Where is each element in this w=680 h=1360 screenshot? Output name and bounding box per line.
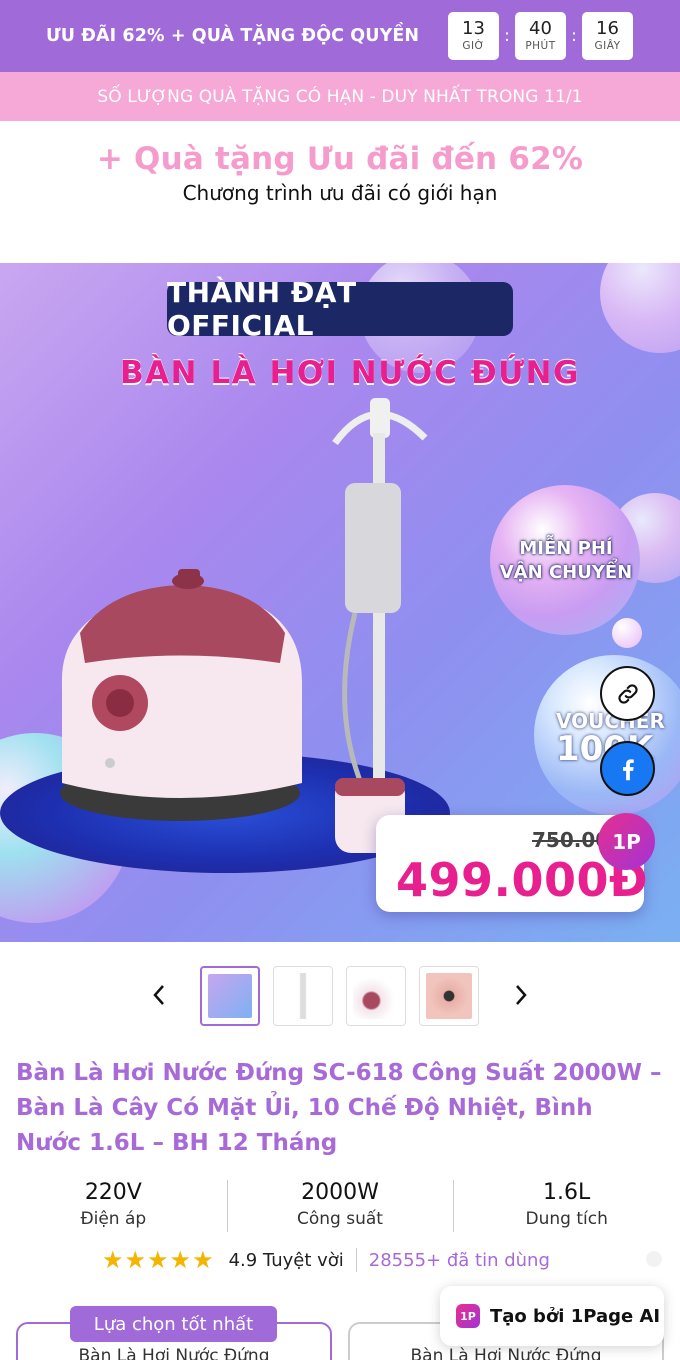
star-rating-icon: ★★★★★ [102,1246,215,1274]
product-title: Bàn Là Hơi Nước Đứng SC-618 Công Suất 20… [16,1060,662,1156]
option-name: Bàn Là Hơi Nước Đứng [410,1346,602,1360]
gallery-thumbnail[interactable] [346,966,406,1026]
gallery-next-button[interactable] [512,982,530,1015]
chevron-left-icon [153,985,164,1005]
countdown-timer: 13 GIỜ : 40 PHÚT : 16 GIÂY [448,12,633,60]
chevron-right-icon [516,985,527,1005]
spec-label: Điện áp [80,1209,147,1229]
thumbnail-image [280,973,326,1019]
thumbnail-image [426,973,472,1019]
spec-value: 220V [84,1180,142,1205]
facebook-share-button[interactable] [600,741,655,796]
1page-logo-icon: 1P [456,1304,480,1328]
timer-seconds: 16 GIÂY [582,12,633,60]
facebook-icon [622,758,634,780]
timer-seconds-value: 16 [596,18,619,39]
timer-separator: : [571,26,577,46]
thumbnail-image [208,974,252,1018]
promo-countdown-bar: ƯU ĐÃI 62% + QUÀ TẶNG ĐỘC QUYỀN 13 GIỜ :… [0,0,680,72]
image-gallery [0,966,680,1026]
hero-headline: BÀN LÀ HƠI NƯỚC ĐỨNG [120,355,580,391]
best-choice-tag: Lựa chọn tốt nhất [70,1306,277,1342]
decor-bubble [600,263,680,353]
made-by-text: Tạo bởi 1Page AI [490,1305,661,1327]
scroll-indicator [646,1251,662,1267]
free-shipping-line2: VẬN CHUYỂN [499,562,633,583]
product-rating: ★★★★★ 4.9 Tuyệt vời 28555+ đã tin dùng [102,1246,550,1274]
link-icon [617,683,638,704]
timer-minutes-label: PHÚT [525,40,556,52]
spec-voltage: 220V Điện áp [0,1178,227,1234]
product-specs: 220V Điện áp 2000W Công suất 1.6L Dung t… [0,1178,680,1234]
free-shipping-text: MIỄN PHÍ VẬN CHUYỂN [488,537,644,585]
copy-link-button[interactable] [600,666,655,721]
option-name: Bàn Là Hơi Nước Đứng [78,1346,270,1360]
timer-seconds-label: GIÂY [594,40,621,52]
timer-hours: 13 GIỜ [448,12,499,60]
spec-label: Dung tích [525,1209,608,1229]
gallery-thumbnail[interactable] [200,966,260,1026]
spec-power: 2000W Công suất [226,1178,454,1234]
brand-badge: THÀNH ĐẠT OFFICIAL [167,276,513,342]
gallery-thumbnail[interactable] [419,966,479,1026]
spec-value: 2000W [301,1180,379,1205]
promo-headline: ƯU ĐÃI 62% + QUÀ TẶNG ĐỘC QUYỀN [46,26,420,46]
timer-hours-value: 13 [462,18,485,39]
spec-value: 1.6L [543,1180,591,1205]
rating-score: 4.9 Tuyệt vời [228,1249,344,1271]
decor-bubble [612,618,642,648]
timer-hours-label: GIỜ [462,40,485,52]
app-logo-1p[interactable]: 1P [598,813,655,870]
free-shipping-line1: MIỄN PHÍ [519,538,613,559]
gallery-thumbnail[interactable] [273,966,333,1026]
timer-separator: : [504,26,510,46]
gallery-prev-button[interactable] [150,982,168,1015]
promo-section: + Quà tặng Ưu đãi đến 62% Chương trình ư… [0,121,680,263]
promo-title: + Quà tặng Ưu đãi đến 62% [96,141,584,177]
product-hero-image: THÀNH ĐẠT OFFICIAL BÀN LÀ HƠI NƯỚC ĐỨNG … [0,263,680,942]
timer-minutes-value: 40 [529,18,552,39]
steamer-stand-illustration [332,398,428,853]
thumbnail-image [353,973,399,1019]
timer-minutes: 40 PHÚT [515,12,566,60]
made-by-1page-button[interactable]: 1P Tạo bởi 1Page AI [440,1286,664,1346]
limited-notice: SỐ LƯỢNG QUÀ TẶNG CÓ HẠN - DUY NHẤT TRON… [0,72,680,121]
promo-subtitle: Chương trình ưu đãi có giới hạn [182,181,498,205]
spec-label: Công suất [297,1209,383,1229]
steamer-base-illustration [60,569,302,821]
trusted-count: 28555+ đã tin dùng [368,1249,550,1271]
spec-capacity: 1.6L Dung tích [453,1178,680,1234]
rating-divider [355,1248,357,1272]
